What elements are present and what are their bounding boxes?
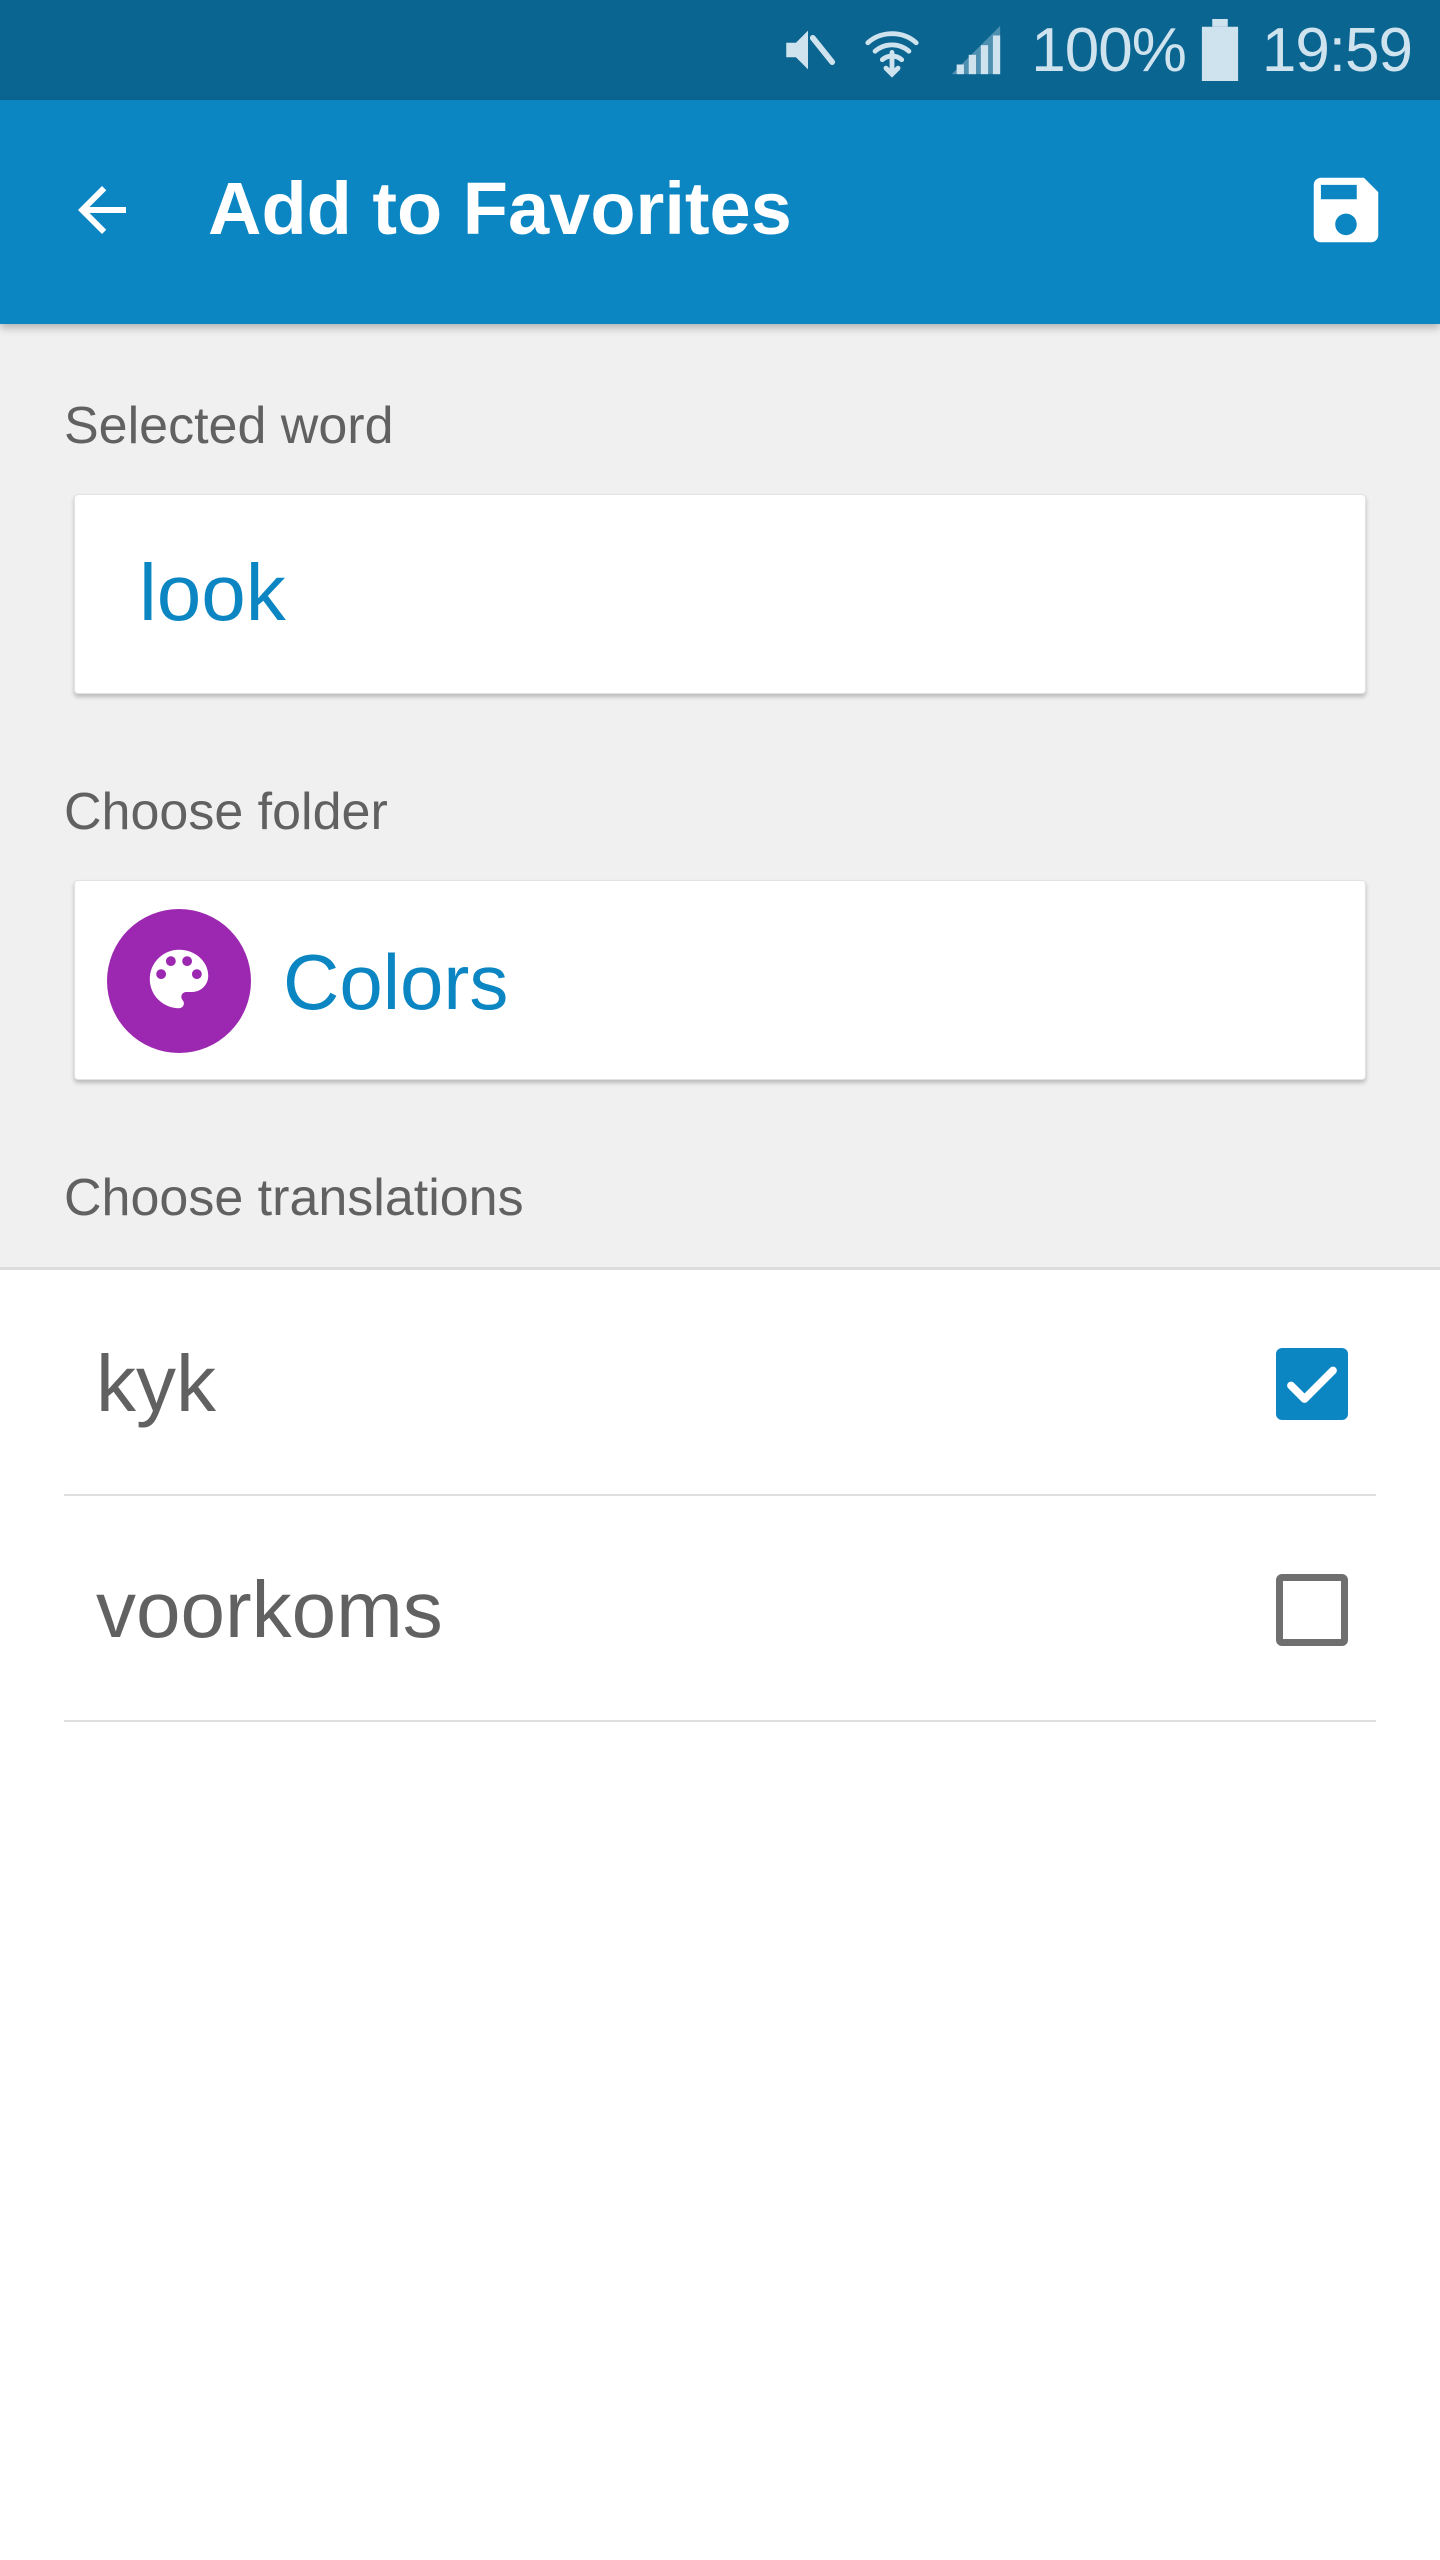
folder-selector[interactable]: Colors [74, 880, 1366, 1080]
clock: 19:59 [1261, 15, 1413, 85]
folder-avatar [107, 909, 251, 1053]
checkmark-icon [1276, 1348, 1348, 1420]
list-item[interactable]: voorkoms [64, 1496, 1376, 1722]
selected-word-field[interactable]: look [74, 494, 1366, 694]
signal-icon [947, 21, 1005, 79]
favorite-form: Selected word look Choose folder Colors … [0, 324, 1440, 1270]
save-floppy-icon [1303, 167, 1389, 258]
selected-word-label: Selected word [64, 397, 394, 455]
translation-text: kyk [96, 1339, 216, 1428]
choose-translations-label: Choose translations [64, 1169, 524, 1227]
palette-icon [140, 940, 218, 1023]
choose-folder-label: Choose folder [64, 783, 388, 841]
page-title: Add to Favorites [208, 167, 792, 250]
selected-word-value: look [139, 548, 286, 637]
arrow-back-icon [66, 174, 138, 251]
wifi-icon [863, 21, 921, 79]
app-bar: Add to Favorites [0, 100, 1440, 324]
status-bar: 100% 19:59 [0, 0, 1440, 100]
back-button[interactable] [52, 162, 152, 262]
translation-list: kyk voorkoms [0, 1270, 1440, 1722]
list-item[interactable]: kyk [64, 1270, 1376, 1496]
battery-icon [1200, 19, 1240, 81]
translation-text: voorkoms [96, 1565, 443, 1654]
battery-percent: 100% [1031, 15, 1187, 85]
folder-name: Colors [283, 938, 509, 1026]
translation-checkbox-checked[interactable] [1276, 1348, 1348, 1420]
save-button[interactable] [1296, 162, 1396, 262]
mute-icon [779, 21, 837, 79]
translation-checkbox-unchecked[interactable] [1276, 1574, 1348, 1646]
